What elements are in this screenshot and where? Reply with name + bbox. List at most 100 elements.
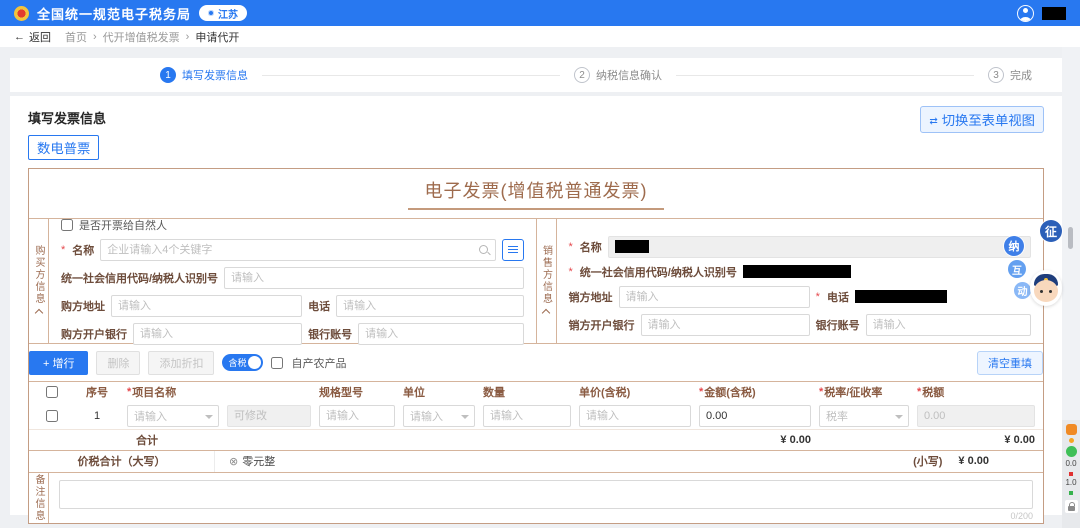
- item-name-select[interactable]: 请输入: [127, 405, 219, 427]
- grand-total-row: 价税合计（大写） ⊗ 零元整 (小写) ¥ 0.00: [29, 450, 1043, 473]
- extension-green-icon[interactable]: [1066, 446, 1077, 457]
- party-section: 购买方信息 是否开票给自然人 * 名称: [29, 218, 1043, 344]
- tax-amount-input: [917, 405, 1035, 427]
- widget-top-value: 0.0: [1065, 460, 1076, 469]
- buyer-address-input[interactable]: [111, 295, 302, 317]
- mascot-char: 互: [1008, 260, 1026, 278]
- natural-person-checkbox[interactable]: [61, 219, 73, 231]
- seller-name-redacted: [615, 240, 649, 253]
- remark-textarea[interactable]: [59, 480, 1033, 509]
- add-row-button[interactable]: + 增行: [29, 351, 88, 375]
- seller-account-label: 银行账号: [816, 317, 860, 333]
- collapse-icon[interactable]: [34, 309, 42, 317]
- col-unit-price: 单价(含税): [579, 384, 691, 400]
- back-button[interactable]: ← 返回: [14, 29, 51, 45]
- region-badge[interactable]: 江苏: [199, 5, 247, 21]
- breadcrumb-current: 申请代开: [195, 29, 239, 45]
- breadcrumb-separator: ›: [93, 31, 97, 43]
- spec-input[interactable]: [319, 405, 395, 427]
- breadcrumb-separator: ›: [186, 31, 190, 43]
- breadcrumb-home[interactable]: 首页: [65, 29, 87, 45]
- invoice-preview: 电子发票(增值税普通发票) 购买方信息 是否开票给自然人 * 名称: [28, 168, 1044, 524]
- breadcrumb: 首页 › 代开增值税发票 › 申请代开: [65, 29, 239, 45]
- unit-select[interactable]: 请输入: [403, 405, 475, 427]
- amount-input[interactable]: [699, 405, 811, 427]
- step-label: 完成: [1010, 67, 1032, 83]
- lock-icon[interactable]: [1065, 500, 1078, 513]
- mascot-char: 纳: [1004, 236, 1024, 256]
- buyer-phone-input[interactable]: [336, 295, 523, 317]
- buyer-account-label: 银行账号: [308, 326, 352, 342]
- tax-included-toggle[interactable]: 含税: [222, 354, 263, 371]
- list-icon: [508, 246, 518, 254]
- clear-refill-button[interactable]: 清空重填: [977, 351, 1043, 375]
- mascot-char: 动: [1014, 282, 1031, 299]
- breadcrumb-section[interactable]: 代开增值税发票: [103, 29, 180, 45]
- step-fill-invoice: 1 填写发票信息: [160, 67, 248, 83]
- item-name-editable-input: [227, 405, 311, 427]
- step-complete: 3 完成: [988, 67, 1032, 83]
- company-list-button[interactable]: [502, 239, 524, 261]
- extension-panel: 0.0 1.0: [1062, 420, 1080, 528]
- step-confirm-tax-info: 2 纳税信息确认: [574, 67, 662, 83]
- add-discount-button[interactable]: 添加折扣: [148, 351, 214, 375]
- step-indicator: 1 填写发票信息 2 纳税信息确认 3 完成: [10, 58, 1062, 92]
- seller-address-input[interactable]: [619, 286, 810, 308]
- scrollbar-thumb[interactable]: [1068, 227, 1073, 249]
- items-toolbar: + 增行 删除 添加折扣 含税 自产农产品 清空重填: [29, 351, 1043, 375]
- switch-view-button[interactable]: 切换至表单视图: [920, 106, 1044, 133]
- step-label: 纳税信息确认: [596, 67, 662, 83]
- buyer-bank-label: 购方开户银行: [61, 326, 127, 342]
- collapse-icon[interactable]: [542, 309, 550, 317]
- tax-rate-select[interactable]: 税率: [819, 405, 909, 427]
- col-tax-rate: * 税率/征收率: [819, 384, 909, 400]
- seller-bank-input[interactable]: [641, 314, 810, 336]
- invoice-form-card: 填写发票信息 数电普票 切换至表单视图 电子发票(增值税普通发票) 购买方信息 …: [10, 96, 1062, 515]
- mascot-face: [1030, 270, 1062, 306]
- seller-phone-label: 电话: [827, 289, 849, 305]
- agri-product-label: 自产农产品: [291, 355, 346, 371]
- remark-section: 备注信息 0/200: [29, 473, 1043, 523]
- page-content: 1 填写发票信息 2 纳税信息确认 3 完成 填写发票信息 数电普票 切换至表单…: [0, 47, 1062, 528]
- buyer-name-label: 名称: [72, 242, 94, 258]
- mascot-char: 征: [1040, 220, 1062, 242]
- buyer-fields: 是否开票给自然人 * 名称 统一社会信用代码/: [49, 219, 536, 343]
- char-counter: 0/200: [1010, 511, 1033, 521]
- grand-total-value: ¥ 0.00: [958, 455, 989, 467]
- natural-person-label: 是否开票给自然人: [79, 217, 167, 233]
- green-marker-icon: [1069, 491, 1073, 495]
- amount-in-words: ⊗ 零元整: [229, 453, 275, 469]
- agri-product-checkbox[interactable]: [271, 357, 283, 369]
- step-connector: [262, 75, 560, 76]
- invoice-title: 电子发票(增值税普通发票): [29, 177, 1043, 203]
- col-tax-amount: * 税额: [917, 384, 1035, 400]
- user-avatar-icon[interactable]: [1017, 5, 1034, 22]
- buyer-bank-input[interactable]: [133, 323, 302, 345]
- col-unit: 单位: [403, 384, 475, 400]
- items-table-header: 序号 * 项目名称 规格型号 单位 数量 单价(含税) * 金额(含税) * 税…: [29, 381, 1043, 403]
- seller-name-label: 名称: [580, 239, 602, 255]
- delete-row-button[interactable]: 删除: [96, 351, 140, 375]
- buyer-account-input[interactable]: [358, 323, 523, 345]
- buyer-name-input[interactable]: [100, 239, 495, 261]
- back-arrow-icon: ←: [14, 31, 25, 43]
- step-connector: [676, 75, 974, 76]
- assistant-mascot[interactable]: 征 纳 互 动: [1002, 220, 1064, 308]
- remark-panel-label: 备注信息: [29, 473, 49, 523]
- seller-account-input[interactable]: [866, 314, 1031, 336]
- page-title: 填写发票信息: [28, 108, 1044, 127]
- table-row: 1 请输入 请输入 税率: [29, 403, 1043, 429]
- select-all-checkbox[interactable]: [46, 386, 58, 398]
- region-badge-label: 江苏: [218, 6, 238, 21]
- row-checkbox[interactable]: [46, 410, 58, 422]
- extension-icon[interactable]: [1066, 424, 1077, 435]
- sum-label: 合计: [75, 432, 219, 448]
- unit-price-input[interactable]: [579, 405, 691, 427]
- qty-input[interactable]: [483, 405, 571, 427]
- sum-row: 合计 ¥ 0.00 ¥ 0.00: [29, 429, 1043, 450]
- buyer-taxid-input[interactable]: [224, 267, 523, 289]
- invoice-type-button[interactable]: 数电普票: [28, 135, 99, 160]
- location-pin-icon: [208, 10, 214, 16]
- widget-bottom-value: 1.0: [1065, 479, 1076, 488]
- seller-fields: * 名称 * 统一社会信用代码/纳税人识别号 销方地址: [557, 219, 1044, 343]
